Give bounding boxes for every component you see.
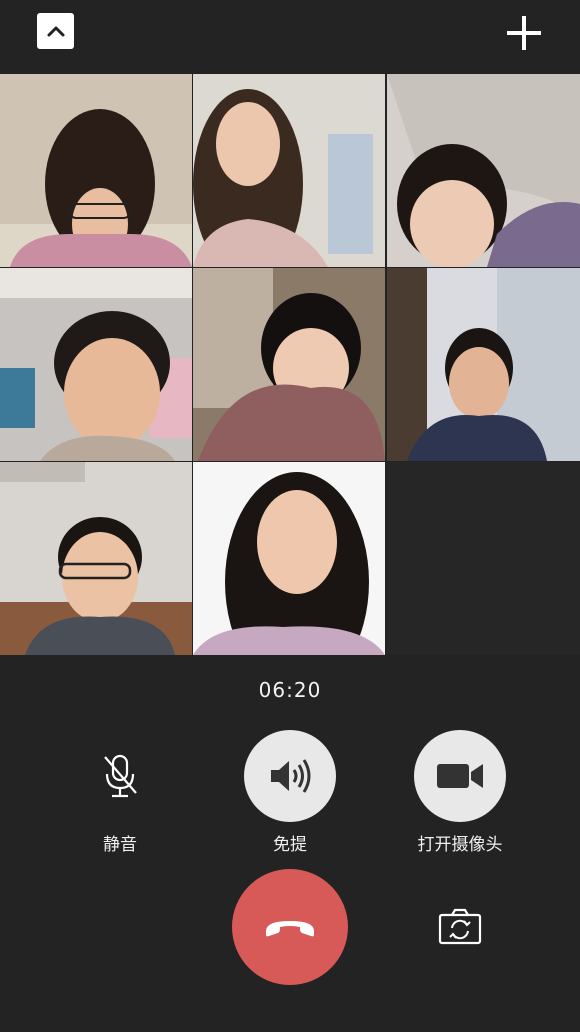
plus-icon [507, 16, 541, 50]
camera-control[interactable]: 打开摄像头 [390, 730, 530, 855]
participant-video-7[interactable] [0, 462, 192, 655]
mute-button[interactable] [74, 730, 166, 822]
chevron-up-icon [47, 26, 64, 37]
speaker-icon [271, 759, 311, 793]
speaker-label: 免提 [273, 835, 307, 855]
call-timer: 06:20 [258, 678, 322, 702]
microphone-muted-icon [104, 754, 137, 798]
phone-hangup-icon [266, 921, 314, 937]
camera-button[interactable] [414, 730, 506, 822]
mute-label: 静音 [103, 835, 137, 855]
video-grid [0, 74, 580, 655]
mute-control[interactable]: 静音 [50, 730, 190, 855]
add-participant-button[interactable] [505, 14, 543, 52]
participant-video-3[interactable] [387, 74, 580, 267]
speaker-button[interactable] [244, 730, 336, 822]
hangup-button[interactable] [232, 869, 348, 985]
top-bar [0, 0, 580, 74]
participant-video-1[interactable] [0, 74, 192, 267]
collapse-button[interactable] [37, 13, 74, 49]
camera-label: 打开摄像头 [417, 835, 503, 855]
speaker-control[interactable]: 免提 [220, 730, 360, 855]
participant-video-4[interactable] [0, 268, 192, 461]
empty-video-slot [387, 462, 580, 655]
participant-video-8[interactable] [193, 462, 385, 655]
participant-video-5[interactable] [193, 268, 385, 461]
switch-camera-icon [438, 908, 482, 945]
participant-video-6[interactable] [387, 268, 580, 461]
switch-camera-button[interactable] [438, 907, 482, 947]
participant-video-2[interactable] [193, 74, 385, 267]
video-camera-icon [437, 764, 483, 788]
